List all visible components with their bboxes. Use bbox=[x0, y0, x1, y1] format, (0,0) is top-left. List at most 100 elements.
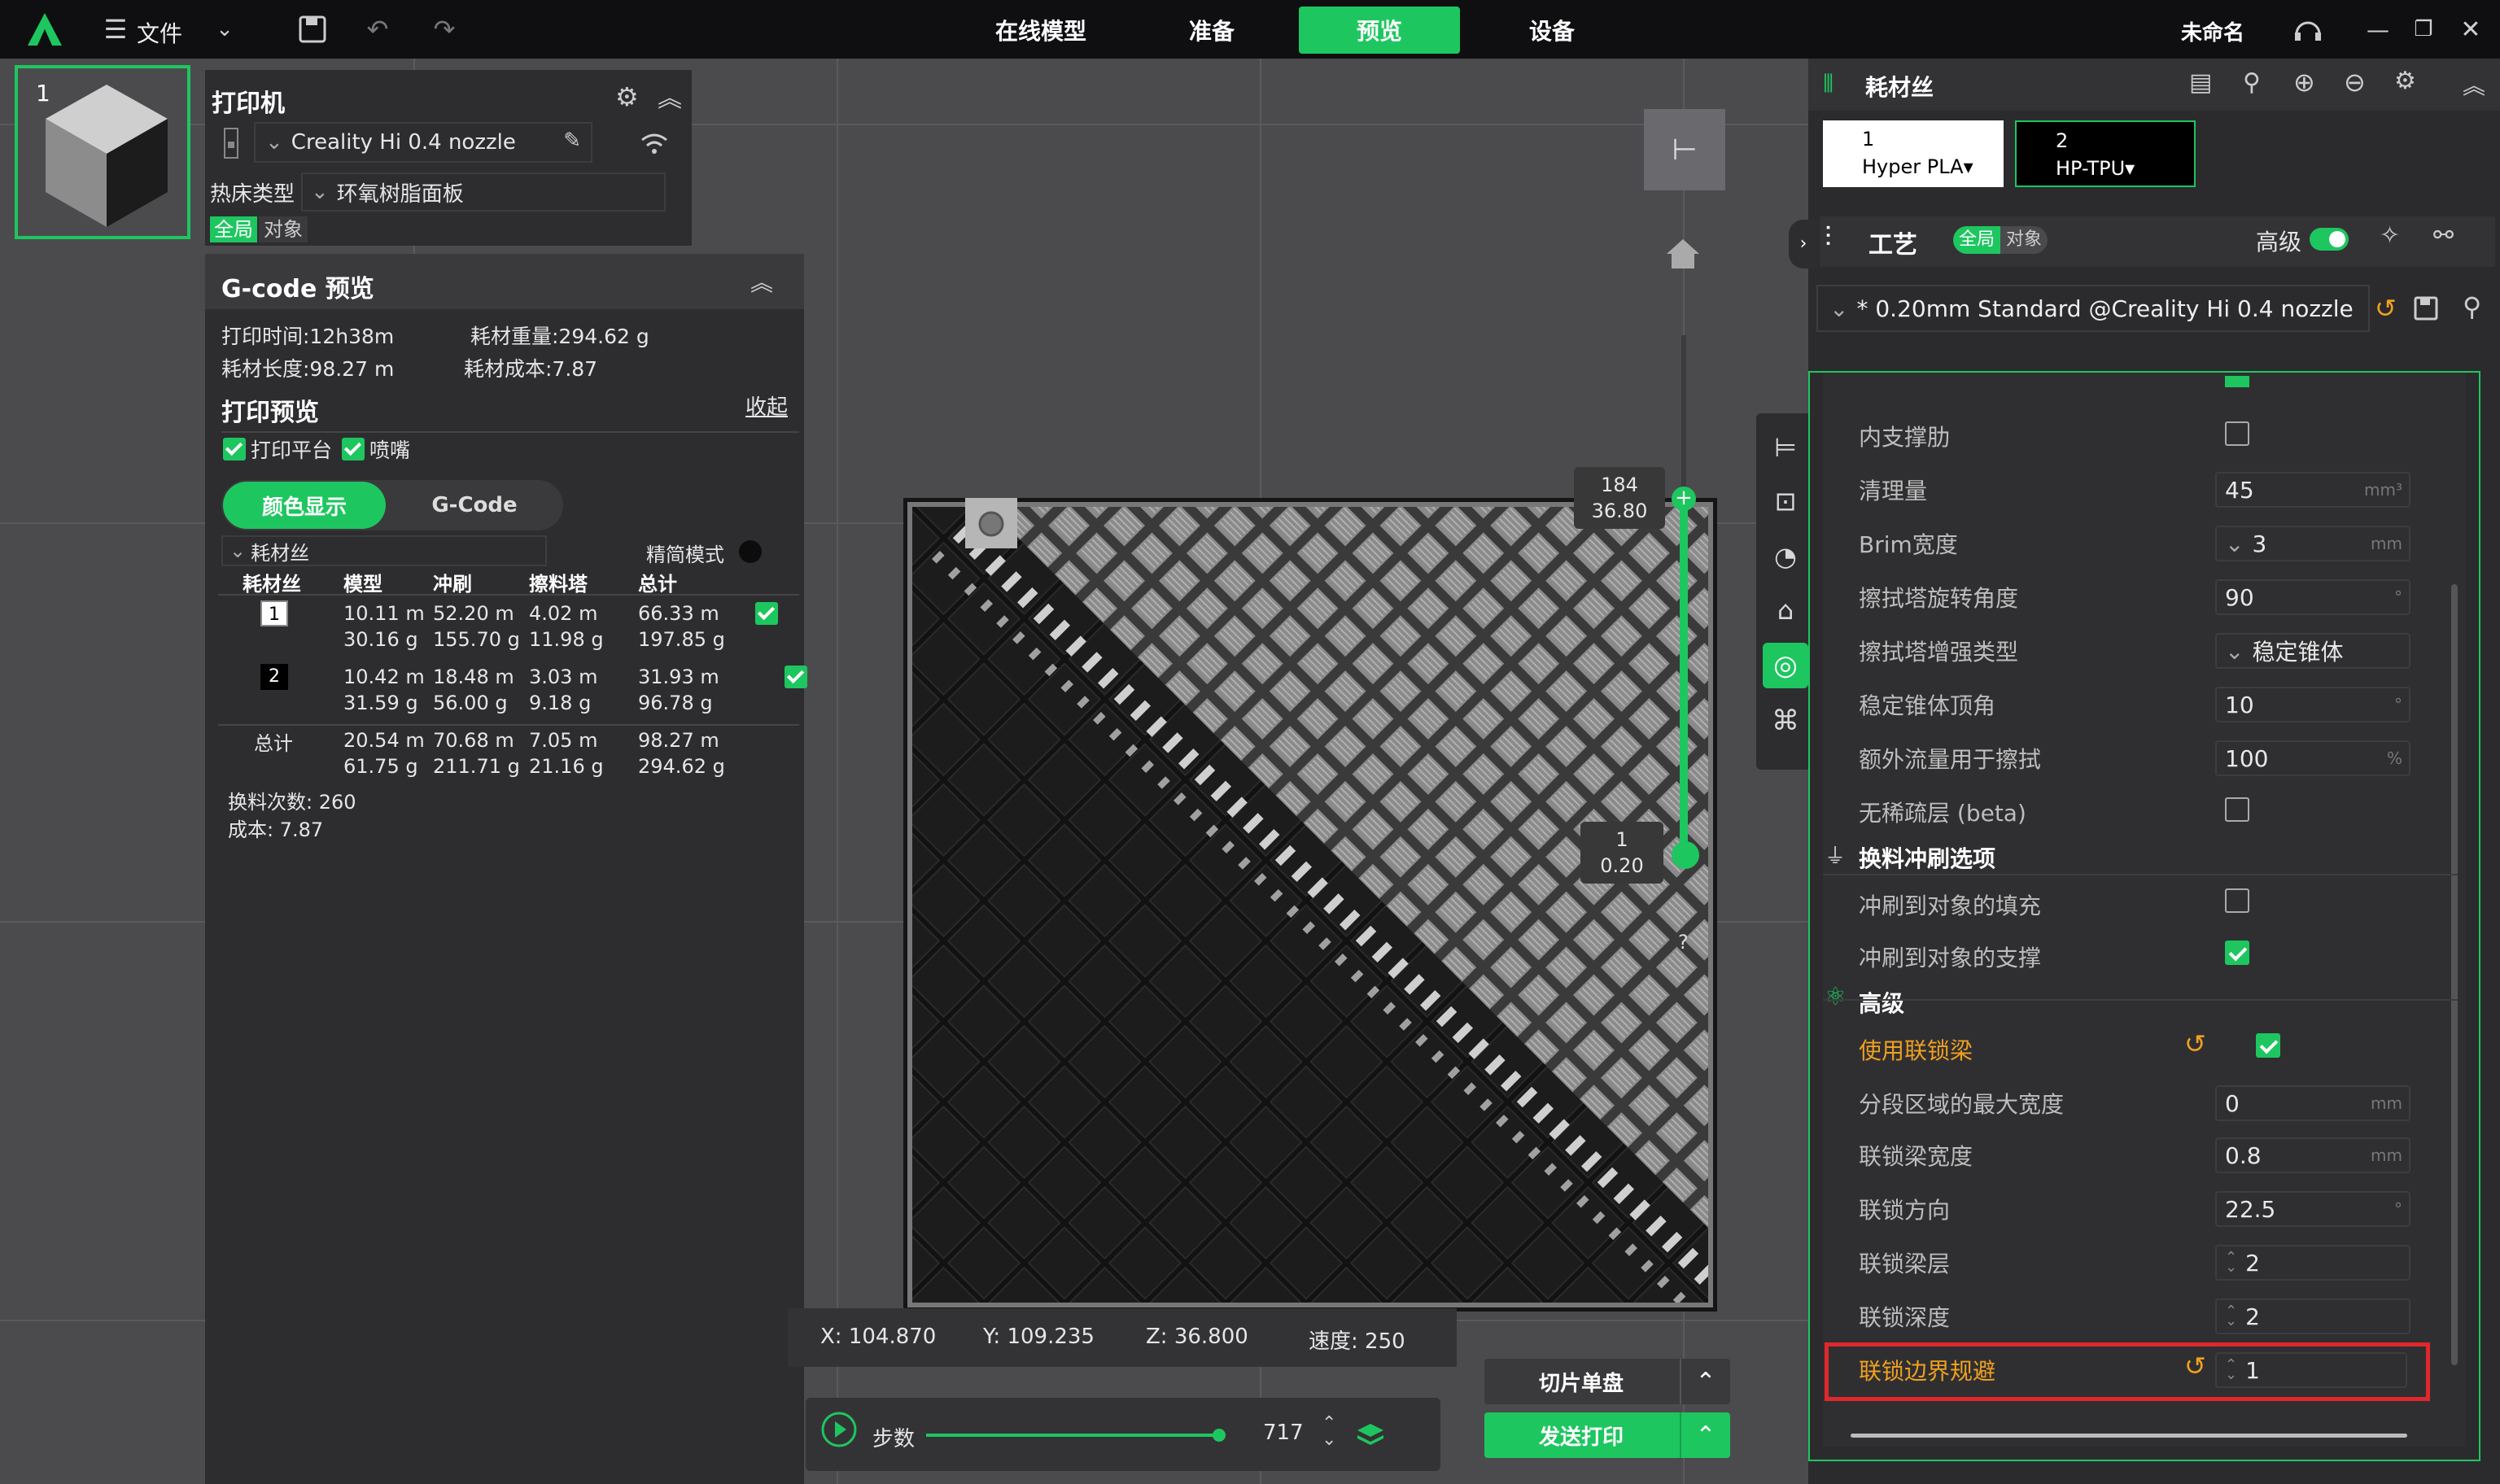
collapse-link[interactable]: 收起 bbox=[745, 391, 788, 421]
process-scope-global[interactable]: 全局 bbox=[1953, 226, 2000, 254]
steps-slider-track[interactable] bbox=[926, 1434, 1219, 1437]
filament-1-visible-checkbox[interactable] bbox=[755, 602, 778, 625]
use-interlocking-beam-checkbox[interactable] bbox=[2256, 1033, 2281, 1058]
steps-spinner[interactable]: ⌃ ⌄ bbox=[1322, 1415, 1336, 1449]
tab-device[interactable]: 设备 bbox=[1471, 7, 1632, 54]
undo-icon[interactable]: ↶ bbox=[360, 11, 396, 47]
preview-target-icon[interactable]: ◎ bbox=[1763, 643, 1808, 688]
input-value: 90 bbox=[2225, 583, 2254, 611]
simple-mode-toggle[interactable] bbox=[739, 540, 762, 563]
collapse-up-icon[interactable]: ︽ bbox=[658, 78, 682, 114]
redo-icon[interactable]: ↷ bbox=[426, 11, 462, 47]
show-plate-toggle[interactable]: 打印平台 bbox=[223, 434, 332, 464]
color-display-tab[interactable]: 颜色显示 bbox=[223, 482, 386, 529]
align-icon[interactable]: ⊨ bbox=[1763, 425, 1808, 470]
reset-icon[interactable]: ↺ bbox=[2184, 1351, 2206, 1381]
layers-icon[interactable] bbox=[1356, 1422, 1385, 1448]
flush-into-infill-checkbox[interactable] bbox=[2225, 888, 2249, 913]
checkbox[interactable] bbox=[342, 438, 365, 460]
interior-ribs-checkbox[interactable] bbox=[2225, 421, 2249, 446]
show-nozzle-toggle[interactable]: 喷嘴 bbox=[342, 434, 410, 464]
scope-global-tab[interactable]: 全局 bbox=[210, 216, 257, 242]
flush-into-support-checkbox[interactable] bbox=[2225, 941, 2249, 965]
brim-width-combo[interactable]: ⌄ 3 mm bbox=[2215, 526, 2410, 561]
file-menu[interactable]: 文件 bbox=[137, 16, 182, 49]
filament-view-select[interactable]: ⌄ 耗材丝 bbox=[221, 535, 547, 566]
sliced-model-preview[interactable] bbox=[903, 498, 1717, 1312]
beam-width-input[interactable]: 0.8 mm bbox=[2215, 1137, 2410, 1173]
share-icon[interactable]: ⚯ bbox=[2433, 221, 2454, 250]
view-cube-icon[interactable]: ⊢ bbox=[1644, 109, 1725, 190]
maximize-icon[interactable]: ❐ bbox=[2406, 11, 2441, 47]
tab-preview[interactable]: 预览 bbox=[1299, 7, 1460, 54]
process-preset-select[interactable]: ⌄ * 0.20mm Standard @Creality Hi 0.4 noz… bbox=[1816, 285, 2370, 332]
filament-slot-1[interactable]: 1 Hyper PLA▾ bbox=[1823, 120, 2004, 187]
extra-flow-input[interactable]: 100% bbox=[2215, 740, 2410, 776]
chevron-up-icon[interactable]: ⌃ bbox=[1680, 1359, 1730, 1404]
gear-icon[interactable]: ⚙ bbox=[615, 81, 639, 112]
filament-2-visible-checkbox[interactable] bbox=[785, 666, 808, 688]
spin-arrows-icon[interactable]: ⌃ ⌄ bbox=[2225, 1358, 2237, 1382]
nozzle-icon[interactable]: ⚲ bbox=[2243, 68, 2261, 97]
scope-object-tab[interactable]: 对象 bbox=[259, 216, 308, 242]
setting-label: Brim宽度 bbox=[1859, 531, 1958, 558]
expand-sidebar-icon[interactable]: › bbox=[1789, 220, 1818, 268]
horizontal-scrollbar[interactable] bbox=[1851, 1434, 2407, 1438]
home-icon[interactable] bbox=[1665, 238, 1701, 270]
gcode-tab[interactable]: G-Code bbox=[389, 482, 560, 529]
gear-icon[interactable]: ⚙ bbox=[2394, 67, 2416, 95]
layer-slider-top-handle[interactable]: + bbox=[1672, 487, 1696, 511]
play-icon[interactable] bbox=[820, 1411, 858, 1448]
interlock-depth-spinner[interactable]: ⌃ ⌄ 2 bbox=[2215, 1298, 2410, 1334]
scrollbar-thumb[interactable] bbox=[2451, 584, 2458, 1365]
reset-icon[interactable]: ↺ bbox=[2375, 293, 2397, 324]
wifi-icon[interactable] bbox=[640, 132, 669, 156]
filament-manager-icon[interactable]: ▤ bbox=[2189, 68, 2212, 97]
chevron-down-icon[interactable]: ⌄ bbox=[207, 11, 243, 47]
printer-select[interactable]: ⌄ Creality Hi 0.4 nozzle ✎ bbox=[254, 122, 592, 163]
send-print-button[interactable]: 发送打印 bbox=[1484, 1412, 1678, 1458]
purge-volume-input[interactable]: 45 mm³ bbox=[2215, 472, 2410, 508]
spin-arrows-icon[interactable]: ⌃ ⌄ bbox=[2225, 1250, 2237, 1275]
chevron-up-icon[interactable]: ⌃ bbox=[1680, 1412, 1730, 1458]
speed-gauge-icon[interactable]: ◔ bbox=[1763, 534, 1808, 579]
spin-arrows-icon[interactable]: ⌃ ⌄ bbox=[2225, 1304, 2237, 1329]
close-icon[interactable]: ✕ bbox=[2453, 11, 2489, 47]
compare-icon[interactable]: ✧ bbox=[2380, 221, 2400, 250]
plate-icon[interactable]: ⊡ bbox=[1763, 478, 1808, 524]
checkbox[interactable] bbox=[223, 438, 246, 460]
add-filament-icon[interactable]: ⊕ bbox=[2293, 67, 2315, 98]
reset-icon[interactable]: ↺ bbox=[2184, 1028, 2206, 1059]
menu-icon[interactable]: ☰ bbox=[98, 11, 133, 47]
edit-icon[interactable]: ✎ bbox=[563, 129, 581, 153]
command-icon[interactable]: ⌘ bbox=[1763, 698, 1808, 744]
advanced-toggle[interactable] bbox=[2310, 228, 2349, 251]
bed-type-select[interactable]: ⌄ 环氧树脂面板 bbox=[301, 172, 666, 212]
boundary-avoidance-spinner[interactable]: ⌃ ⌄ 1 bbox=[2215, 1352, 2407, 1388]
remove-filament-icon[interactable]: ⊖ bbox=[2344, 67, 2366, 98]
support-icon[interactable] bbox=[2292, 13, 2324, 46]
cone-angle-input[interactable]: 10 ° bbox=[2215, 687, 2410, 722]
save-preset-icon[interactable] bbox=[2414, 296, 2438, 321]
slice-plate-button[interactable]: 切片单盘 bbox=[1484, 1359, 1678, 1404]
wipe-tower-reinforce-select[interactable]: ⌄ 稳定锥体 bbox=[2215, 633, 2410, 669]
search-icon[interactable]: ⚲ bbox=[2463, 291, 2481, 322]
wipe-tower-rotation-input[interactable]: 90 ° bbox=[2215, 579, 2410, 615]
help-icon[interactable]: ? bbox=[1678, 931, 1689, 954]
support-paint-icon[interactable]: ⌂ bbox=[1763, 587, 1808, 633]
save-icon[interactable] bbox=[298, 15, 327, 44]
collapse-up-icon[interactable]: ︽ bbox=[750, 265, 773, 298]
collapse-up-icon[interactable]: ︽ bbox=[2463, 68, 2485, 101]
max-segment-width-input[interactable]: 0 mm bbox=[2215, 1085, 2410, 1121]
process-scope-object[interactable]: 对象 bbox=[2000, 226, 2048, 254]
tab-online-models[interactable]: 在线模型 bbox=[960, 7, 1121, 54]
no-sparse-layers-checkbox[interactable] bbox=[2225, 797, 2249, 822]
plate-thumbnail[interactable]: 1 bbox=[15, 65, 190, 239]
beam-layers-spinner[interactable]: ⌃ ⌄ 2 bbox=[2215, 1245, 2410, 1281]
layer-slider-bottom-handle[interactable] bbox=[1672, 841, 1699, 869]
tab-prepare[interactable]: 准备 bbox=[1131, 7, 1292, 54]
steps-slider-handle[interactable] bbox=[1213, 1429, 1226, 1442]
minimize-icon[interactable]: — bbox=[2360, 11, 2396, 47]
interlock-orientation-input[interactable]: 22.5 ° bbox=[2215, 1191, 2410, 1227]
filament-slot-2[interactable]: 2 HP-TPU▾ bbox=[2015, 120, 2196, 187]
